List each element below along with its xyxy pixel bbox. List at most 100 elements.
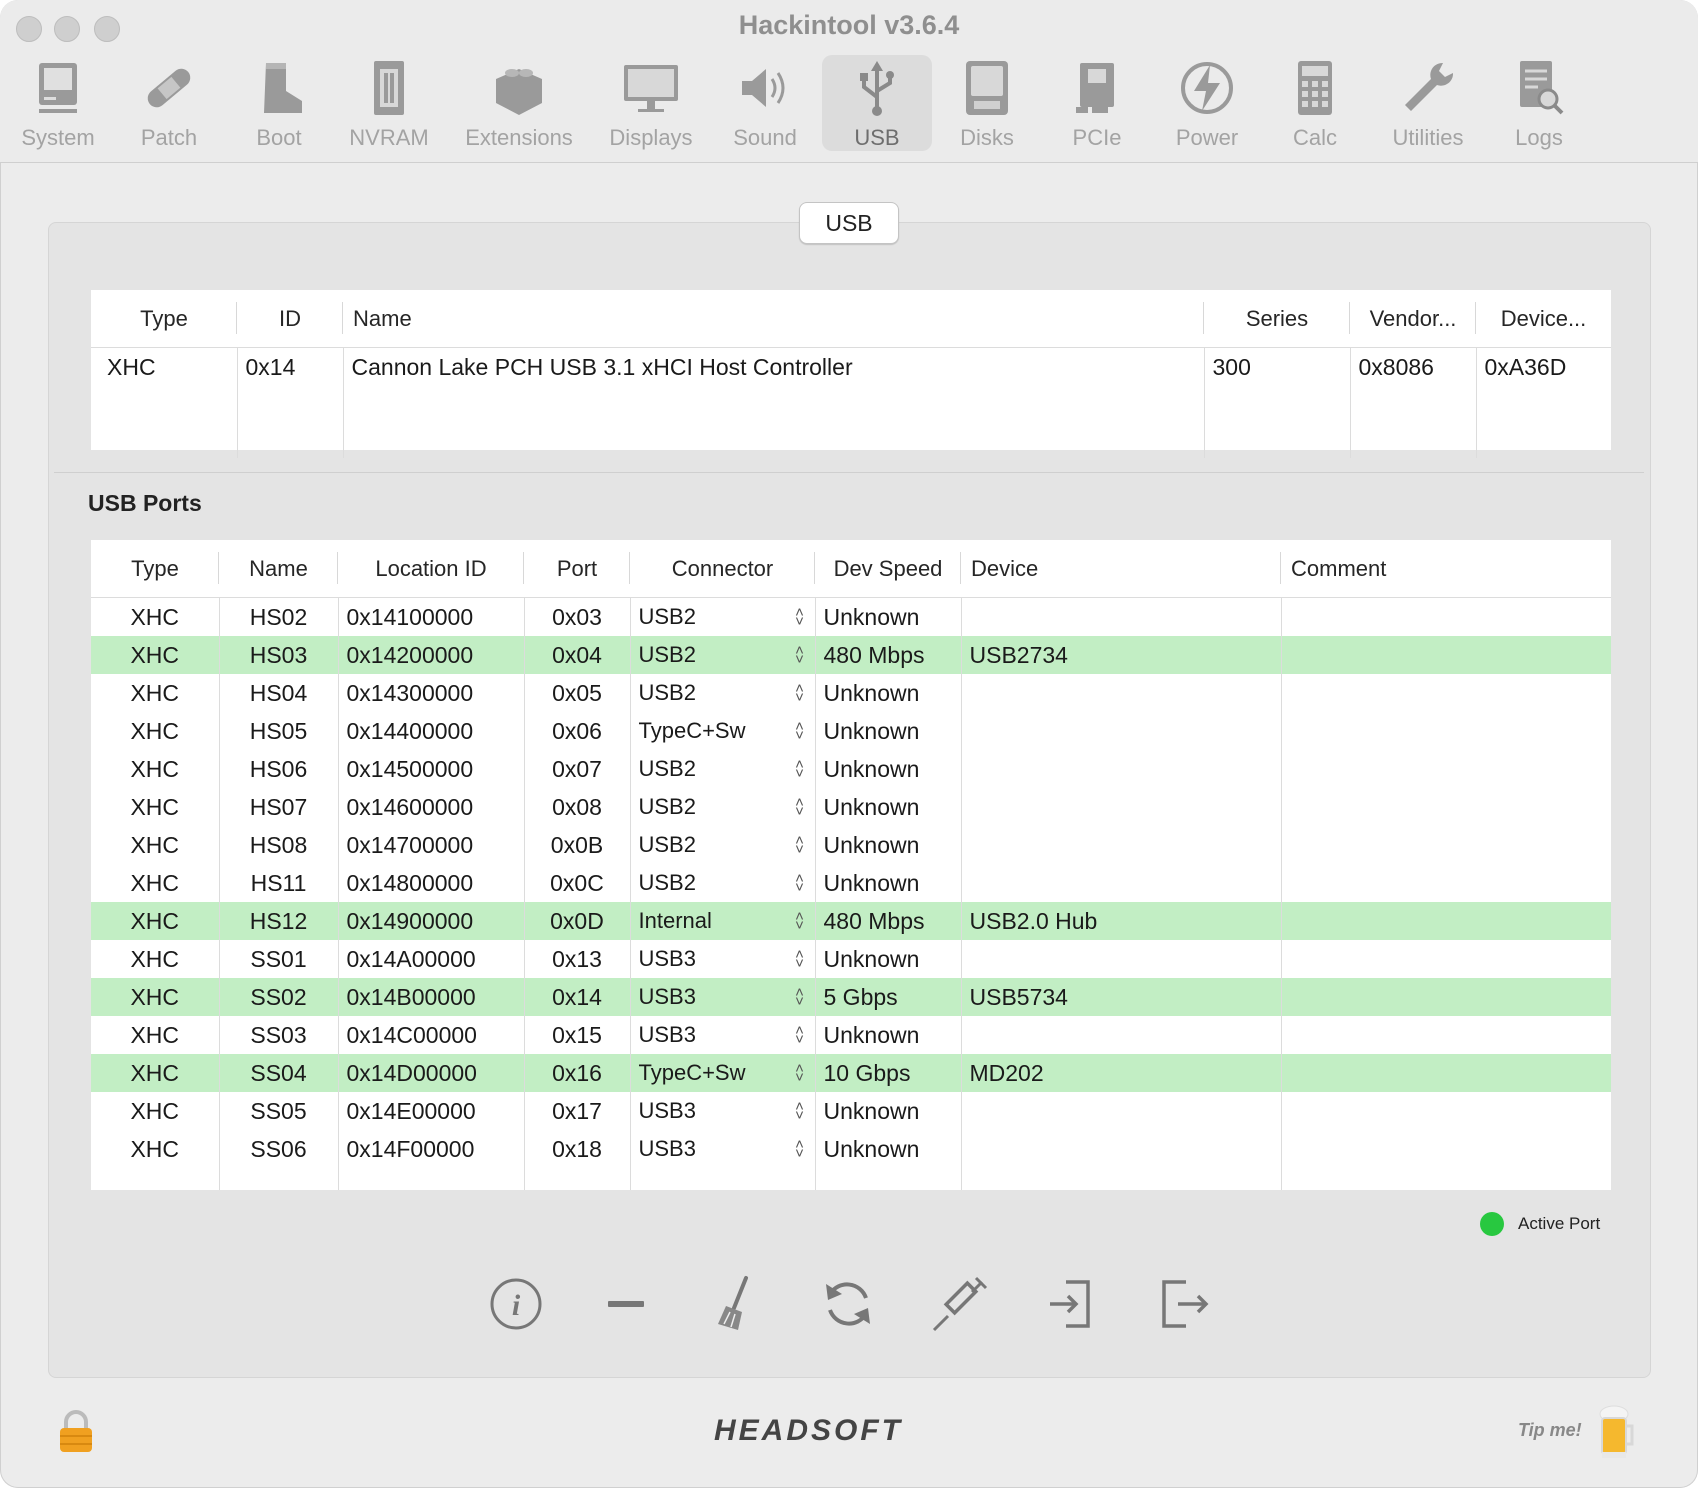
connector-select[interactable]: USB2 ˄ ˅ xyxy=(629,826,815,864)
port-comment-cell[interactable] xyxy=(1280,597,1611,636)
port-comment-cell[interactable] xyxy=(1280,674,1611,712)
port-comment-cell[interactable] xyxy=(1280,788,1611,826)
port-comment-cell[interactable] xyxy=(1280,978,1611,1016)
port-row[interactable]: XHC SS03 0x14C00000 0x15 USB3 ˄ ˅ Unknown xyxy=(91,1016,1611,1054)
connector-select[interactable]: USB2 ˄ ˅ xyxy=(629,636,815,674)
port-row[interactable]: XHC HS02 0x14100000 0x03 USB2 ˄ ˅ Unknown xyxy=(91,597,1611,636)
port-comment-cell[interactable] xyxy=(1280,1130,1611,1168)
broom-icon[interactable] xyxy=(704,1272,768,1336)
controller-header-vendor[interactable]: Vendor... xyxy=(1350,290,1476,348)
remove-icon[interactable] xyxy=(594,1272,658,1336)
action-bar: i xyxy=(0,1272,1698,1336)
toolbar-item-displays[interactable]: Displays xyxy=(592,55,710,151)
port-comment-cell[interactable] xyxy=(1280,712,1611,750)
toolbar-item-sound[interactable]: Sound xyxy=(712,55,818,151)
toolbar-item-boot[interactable]: Boot xyxy=(226,55,332,151)
ports-header-locationid[interactable]: Location ID xyxy=(338,540,524,598)
toolbar-item-power[interactable]: Power xyxy=(1152,55,1262,151)
port-row[interactable]: XHC HS08 0x14700000 0x0B USB2 ˄ ˅ Unknown xyxy=(91,826,1611,864)
port-row[interactable]: XHC SS04 0x14D00000 0x16 TypeC+Sw ˄ ˅ 10 Gbps MD… xyxy=(91,1054,1611,1092)
port-speed-cell: Unknown xyxy=(814,788,961,826)
controller-cell: XHC xyxy=(107,354,156,380)
toolbar: System Patch Boot NVRAM Extensions Displays So… xyxy=(0,55,1698,155)
syringe-icon[interactable] xyxy=(928,1272,992,1336)
toolbar-item-nvram[interactable]: NVRAM xyxy=(336,55,442,151)
toolbar-label: Displays xyxy=(609,125,693,150)
controller-header-series[interactable]: Series xyxy=(1204,290,1350,348)
port-comment-cell[interactable] xyxy=(1280,1054,1611,1092)
refresh-icon[interactable] xyxy=(816,1272,880,1336)
port-row[interactable]: XHC HS11 0x14800000 0x0C USB2 ˄ ˅ Unknown xyxy=(91,864,1611,902)
connector-select[interactable]: USB3 ˄ ˅ xyxy=(629,1130,815,1168)
toolbar-item-logs[interactable]: Logs xyxy=(1486,55,1592,151)
connector-select[interactable]: USB2 ˄ ˅ xyxy=(629,864,815,902)
info-icon[interactable]: i xyxy=(484,1272,548,1336)
connector-select[interactable]: USB3 ˄ ˅ xyxy=(629,1016,815,1054)
port-location-cell: 0x14700000 xyxy=(337,826,524,864)
controller-header-name[interactable]: Name xyxy=(343,290,1204,348)
controller-header-id[interactable]: ID xyxy=(237,290,343,348)
port-row[interactable]: XHC SS05 0x14E00000 0x17 USB3 ˄ ˅ Unknown xyxy=(91,1092,1611,1130)
port-row[interactable]: XHC SS02 0x14B00000 0x14 USB3 ˄ ˅ 5 Gbps USB5734 xyxy=(91,978,1611,1016)
ports-header-comment[interactable]: Comment xyxy=(1281,540,1611,598)
usb-segment-tab[interactable]: USB xyxy=(799,202,899,244)
controller-header-type[interactable]: Type xyxy=(91,290,237,348)
connector-select[interactable]: TypeC+Sw ˄ ˅ xyxy=(629,712,815,750)
port-comment-cell[interactable] xyxy=(1280,864,1611,902)
lock-icon[interactable] xyxy=(56,1408,96,1456)
port-row[interactable]: XHC SS06 0x14F00000 0x18 USB3 ˄ ˅ Unknown xyxy=(91,1130,1611,1168)
port-row[interactable]: XHC HS12 0x14900000 0x0D Internal ˄ ˅ 480 Mbps U… xyxy=(91,902,1611,940)
beer-mug-icon[interactable] xyxy=(1596,1404,1636,1462)
port-speed-cell: 480 Mbps xyxy=(814,902,961,940)
connector-select[interactable]: USB3 ˄ ˅ xyxy=(629,1092,815,1130)
connector-select[interactable]: Internal ˄ ˅ xyxy=(629,902,815,940)
headsoft-logo[interactable]: HEADSOFT xyxy=(714,1414,903,1448)
port-location-cell: 0x14300000 xyxy=(337,674,524,712)
connector-select[interactable]: USB2 ˄ ˅ xyxy=(629,750,815,788)
ports-header-type[interactable]: Type xyxy=(91,540,219,598)
connector-select[interactable]: TypeC+Sw ˄ ˅ xyxy=(629,1054,815,1092)
connector-select[interactable]: USB2 ˄ ˅ xyxy=(629,674,815,712)
port-type-cell: XHC xyxy=(130,717,180,744)
connector-select[interactable]: USB3 ˄ ˅ xyxy=(629,978,815,1016)
toolbar-item-disks[interactable]: Disks xyxy=(934,55,1040,151)
port-comment-cell[interactable] xyxy=(1280,1016,1611,1054)
toolbar-item-usb[interactable]: USB xyxy=(822,55,932,151)
port-comment-cell[interactable] xyxy=(1280,940,1611,978)
connector-select[interactable]: USB2 ˄ ˅ xyxy=(629,788,815,826)
port-comment-cell[interactable] xyxy=(1280,750,1611,788)
tip-me-label[interactable]: Tip me! xyxy=(1518,1420,1582,1441)
toolbar-item-pcie[interactable]: PCIe xyxy=(1044,55,1150,151)
connector-select[interactable]: USB2 ˄ ˅ xyxy=(629,597,815,636)
port-comment-cell[interactable] xyxy=(1280,1092,1611,1130)
active-port-dot xyxy=(1480,1212,1504,1236)
ports-header-port[interactable]: Port xyxy=(524,540,630,598)
import-icon[interactable] xyxy=(1040,1272,1104,1336)
window-title: Hackintool v3.6.4 xyxy=(738,10,960,40)
controller-row[interactable]: XHC 0x14 Cannon Lake PCH USB 3.1 xHCI Host… xyxy=(91,347,1611,458)
port-location-cell: 0x14C00000 xyxy=(337,1016,524,1054)
ports-header-connector[interactable]: Connector xyxy=(630,540,815,598)
port-row[interactable]: XHC HS05 0x14400000 0x06 TypeC+Sw ˄ ˅ Unknown xyxy=(91,712,1611,750)
port-comment-cell[interactable] xyxy=(1280,902,1611,940)
port-row[interactable]: XHC HS03 0x14200000 0x04 USB2 ˄ ˅ 480 Mbps USB27… xyxy=(91,636,1611,674)
toolbar-item-patch[interactable]: Patch xyxy=(116,55,222,151)
ports-header-device[interactable]: Device xyxy=(961,540,1281,598)
toolbar-item-calc[interactable]: Calc xyxy=(1262,55,1368,151)
port-row[interactable]: XHC HS04 0x14300000 0x05 USB2 ˄ ˅ Unknown xyxy=(91,674,1611,712)
toolbar-item-extensions[interactable]: Extensions xyxy=(446,55,592,151)
port-row[interactable]: XHC HS06 0x14500000 0x07 USB2 ˄ ˅ Unknown xyxy=(91,750,1611,788)
export-icon[interactable] xyxy=(1152,1272,1216,1336)
toolbar-item-utilities[interactable]: Utilities xyxy=(1370,55,1486,151)
connector-select[interactable]: USB3 ˄ ˅ xyxy=(629,940,815,978)
port-comment-cell[interactable] xyxy=(1280,826,1611,864)
port-location-cell: 0x14800000 xyxy=(337,864,524,902)
ports-header-devspeed[interactable]: Dev Speed xyxy=(815,540,961,598)
controller-header-device[interactable]: Device... xyxy=(1476,290,1611,348)
toolbar-item-system[interactable]: System xyxy=(0,55,116,151)
port-comment-cell[interactable] xyxy=(1280,636,1611,674)
port-row[interactable]: XHC SS01 0x14A00000 0x13 USB3 ˄ ˅ Unknown xyxy=(91,940,1611,978)
port-port-cell: 0x06 xyxy=(523,712,630,750)
port-row[interactable]: XHC HS07 0x14600000 0x08 USB2 ˄ ˅ Unknown xyxy=(91,788,1611,826)
ports-header-name[interactable]: Name xyxy=(219,540,338,598)
